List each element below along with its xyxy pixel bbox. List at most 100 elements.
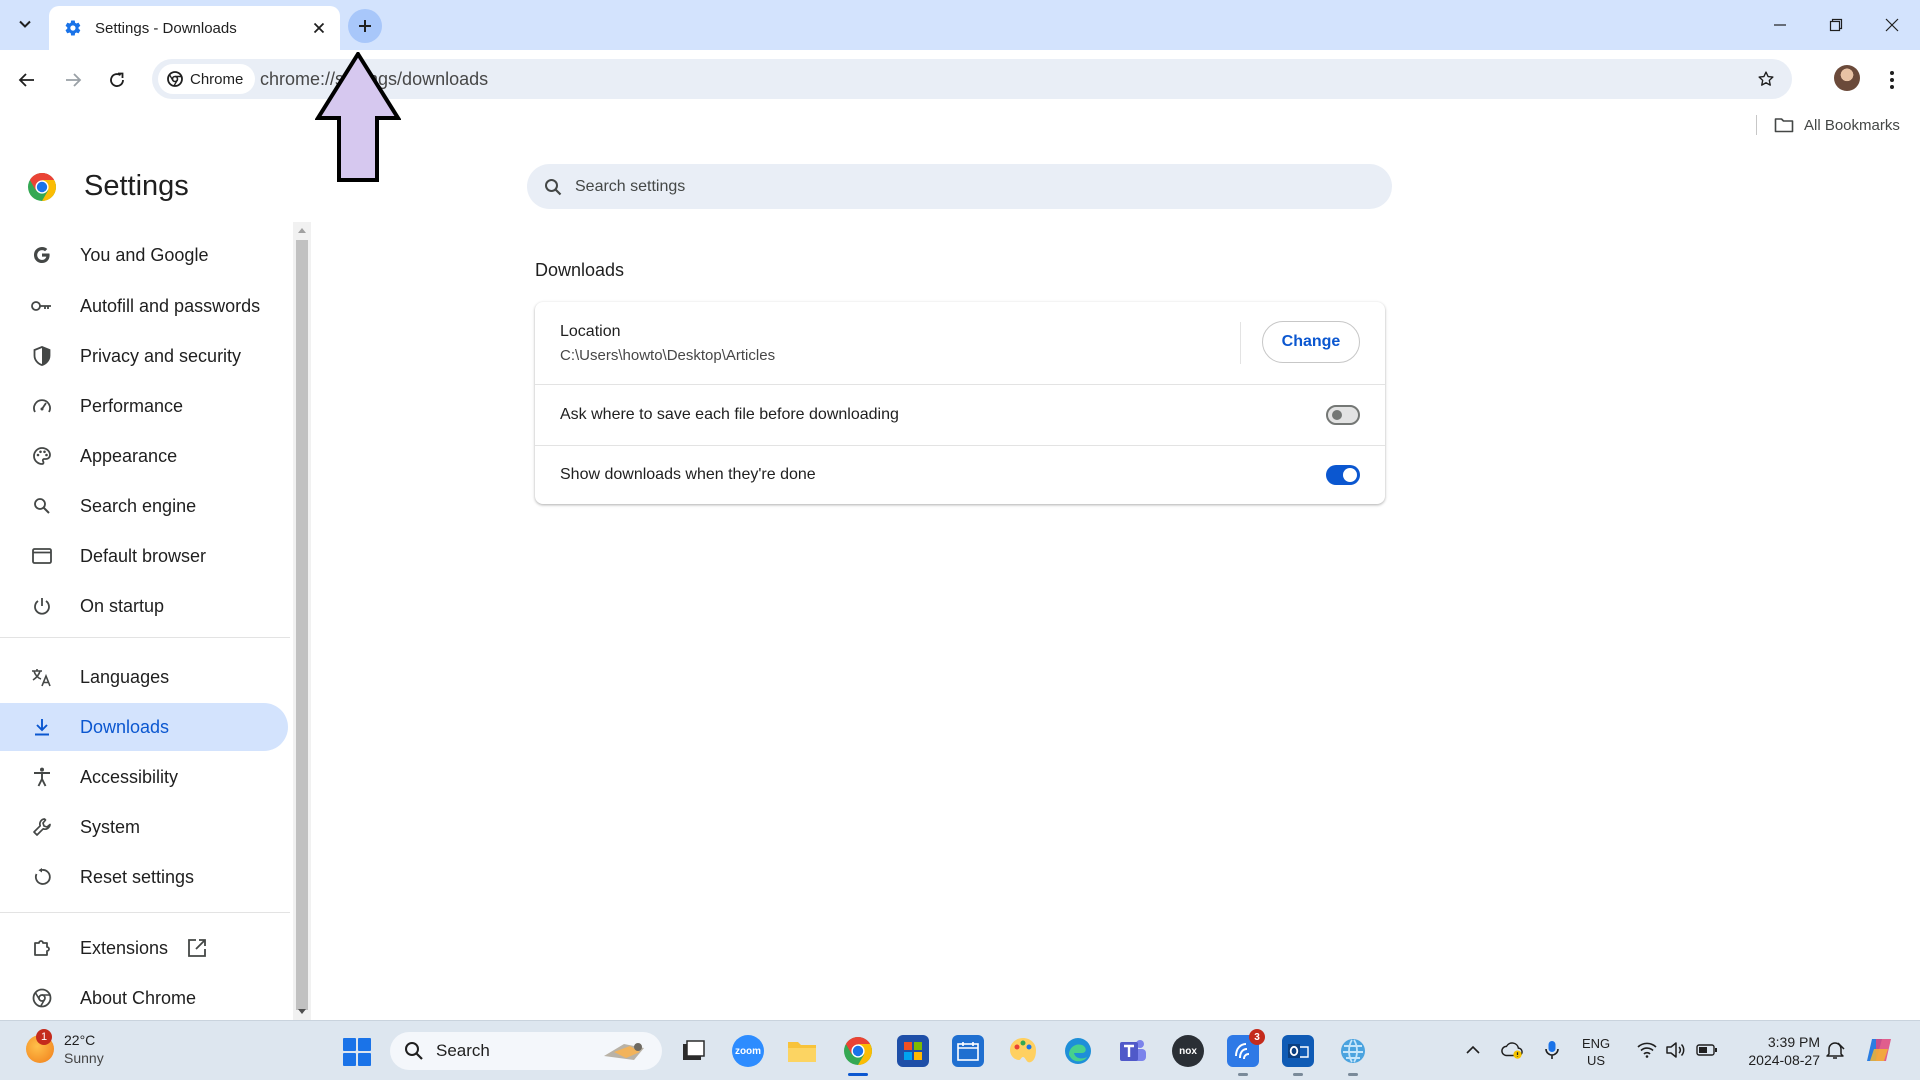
sidebar-item-languages[interactable]: Languages <box>0 653 288 701</box>
language-indicator[interactable]: ENG US <box>1582 1035 1610 1069</box>
language-region: US <box>1587 1053 1606 1068</box>
search-icon <box>404 1040 426 1062</box>
downloads-settings-card: Location C:\Users\howto\Desktop\Articles… <box>535 302 1385 504</box>
sidebar-item-autofill[interactable]: Autofill and passwords <box>0 282 288 330</box>
close-window-button[interactable] <box>1864 0 1920 50</box>
sidebar-item-about[interactable]: About Chrome <box>0 974 288 1022</box>
sidebar-item-reset[interactable]: Reset settings <box>0 853 288 901</box>
close-tab-icon[interactable] <box>308 17 330 39</box>
zoom-app-icon[interactable]: zoom <box>732 1035 764 1067</box>
ask-where-row[interactable]: Ask where to save each file before downl… <box>535 384 1385 445</box>
show-downloads-toggle[interactable] <box>1326 465 1360 485</box>
new-tab-button[interactable] <box>348 9 382 43</box>
windows-logo-pane <box>358 1038 371 1051</box>
sidebar-item-appearance[interactable]: Appearance <box>0 432 288 480</box>
sidebar-divider <box>0 637 290 638</box>
forward-button[interactable] <box>55 62 91 98</box>
edge-app-icon[interactable] <box>1062 1035 1094 1067</box>
scrollbar-thumb[interactable] <box>296 240 308 1010</box>
nox-player-icon[interactable]: nox <box>1172 1035 1204 1067</box>
chevron-up-icon[interactable] <box>1462 1039 1484 1061</box>
teams-app-icon[interactable] <box>1117 1035 1149 1067</box>
scroll-up-arrow-icon[interactable] <box>293 222 311 238</box>
sidebar-item-label: You and Google <box>80 244 209 265</box>
minimize-button[interactable] <box>1752 0 1808 50</box>
running-app-indicator <box>1293 1073 1303 1076</box>
download-icon <box>30 715 54 739</box>
show-downloads-row[interactable]: Show downloads when they're done <box>535 445 1385 504</box>
back-button[interactable] <box>9 62 45 98</box>
outlook-calendar-icon[interactable] <box>952 1035 984 1067</box>
microsoft-store-icon[interactable] <box>897 1035 929 1067</box>
change-location-button[interactable]: Change <box>1262 321 1360 363</box>
sidebar-item-performance[interactable]: Performance <box>0 382 288 430</box>
onedrive-warning-icon[interactable] <box>1501 1039 1523 1061</box>
task-view-icon[interactable] <box>677 1035 709 1067</box>
browser-tab-settings-downloads[interactable]: Settings - Downloads <box>49 6 340 50</box>
sidebar-item-privacy[interactable]: Privacy and security <box>0 332 288 380</box>
copilot-app-icon[interactable]: 3 <box>1227 1029 1265 1067</box>
sidebar-item-label: Extensions <box>80 937 169 958</box>
arrow-left-icon <box>18 73 34 87</box>
sidebar-item-extensions[interactable]: Extensions <box>0 924 288 972</box>
sidebar-scrollbar[interactable] <box>293 222 311 1020</box>
profile-avatar[interactable] <box>1834 65 1860 91</box>
windows-logo-pane <box>343 1038 356 1051</box>
search-icon <box>543 177 563 197</box>
sidebar-item-on-startup[interactable]: On startup <box>0 582 288 630</box>
sidebar-item-search-engine[interactable]: Search engine <box>0 482 288 530</box>
windows-logo-pane <box>343 1053 356 1066</box>
close-icon <box>1885 18 1899 32</box>
active-app-indicator <box>848 1073 868 1076</box>
sidebar-item-label: Search engine <box>80 495 197 516</box>
sidebar-item-label: Reset settings <box>80 866 195 887</box>
notification-bell-icon[interactable] <box>1824 1039 1846 1061</box>
sidebar-item-label: Languages <box>80 666 170 687</box>
sidebar-item-label: Default browser <box>80 545 207 566</box>
weather-widget[interactable]: 1 22°C Sunny <box>26 1029 104 1067</box>
sidebar-item-label: Autofill and passwords <box>80 295 261 316</box>
sidebar-item-default-browser[interactable]: Default browser <box>0 532 288 580</box>
annotation-arrow-icon <box>315 52 401 182</box>
power-icon <box>30 594 54 618</box>
ask-where-label: Ask where to save each file before downl… <box>560 406 899 423</box>
sidebar-item-you-and-google[interactable]: You and Google <box>0 231 288 279</box>
restore-button[interactable] <box>1808 0 1864 50</box>
puzzle-piece-icon <box>30 936 54 960</box>
sidebar-item-accessibility[interactable]: Accessibility <box>0 753 288 801</box>
battery-icon[interactable] <box>1696 1039 1718 1061</box>
ask-where-toggle[interactable] <box>1326 405 1360 425</box>
reload-button[interactable] <box>99 62 135 98</box>
chrome-outline-icon <box>30 986 54 1010</box>
page-title: Settings <box>84 170 189 202</box>
site-info-chip[interactable]: Chrome <box>158 64 256 94</box>
volume-icon[interactable] <box>1664 1039 1686 1061</box>
sidebar-item-system[interactable]: System <box>0 803 288 851</box>
taskbar-search[interactable]: Search <box>390 1032 662 1070</box>
paint-app-icon[interactable] <box>1007 1035 1039 1067</box>
copilot-icon[interactable] <box>1864 1035 1894 1065</box>
folder-icon <box>1774 115 1796 135</box>
scroll-down-arrow-icon[interactable] <box>293 1004 311 1020</box>
settings-search-box[interactable] <box>527 164 1392 209</box>
settings-search-input[interactable] <box>575 177 1355 196</box>
section-title-downloads: Downloads <box>535 260 625 280</box>
outlook-app-icon[interactable] <box>1282 1035 1314 1067</box>
start-button[interactable] <box>343 1038 371 1066</box>
tab-search-button[interactable] <box>10 9 40 39</box>
chip-label: Chrome <box>190 70 244 88</box>
chrome-app-icon[interactable] <box>842 1035 874 1067</box>
sidebar-item-downloads[interactable]: Downloads <box>0 703 288 751</box>
bookmark-star-button[interactable] <box>1752 65 1780 93</box>
location-label: Location <box>560 322 621 340</box>
reset-history-icon <box>30 865 54 889</box>
microphone-icon[interactable] <box>1541 1039 1563 1061</box>
chrome-menu-button[interactable] <box>1874 62 1910 98</box>
sidebar-item-label: Appearance <box>80 445 178 466</box>
file-explorer-icon[interactable] <box>786 1035 818 1067</box>
wifi-icon[interactable] <box>1636 1039 1658 1061</box>
system-clock[interactable]: 3:39 PM 2024-08-27 <box>1738 1033 1820 1069</box>
all-bookmarks-button[interactable]: All Bookmarks <box>1774 115 1900 135</box>
remote-desktop-icon[interactable] <box>1337 1035 1369 1067</box>
clock-time: 3:39 PM <box>1767 1034 1820 1050</box>
